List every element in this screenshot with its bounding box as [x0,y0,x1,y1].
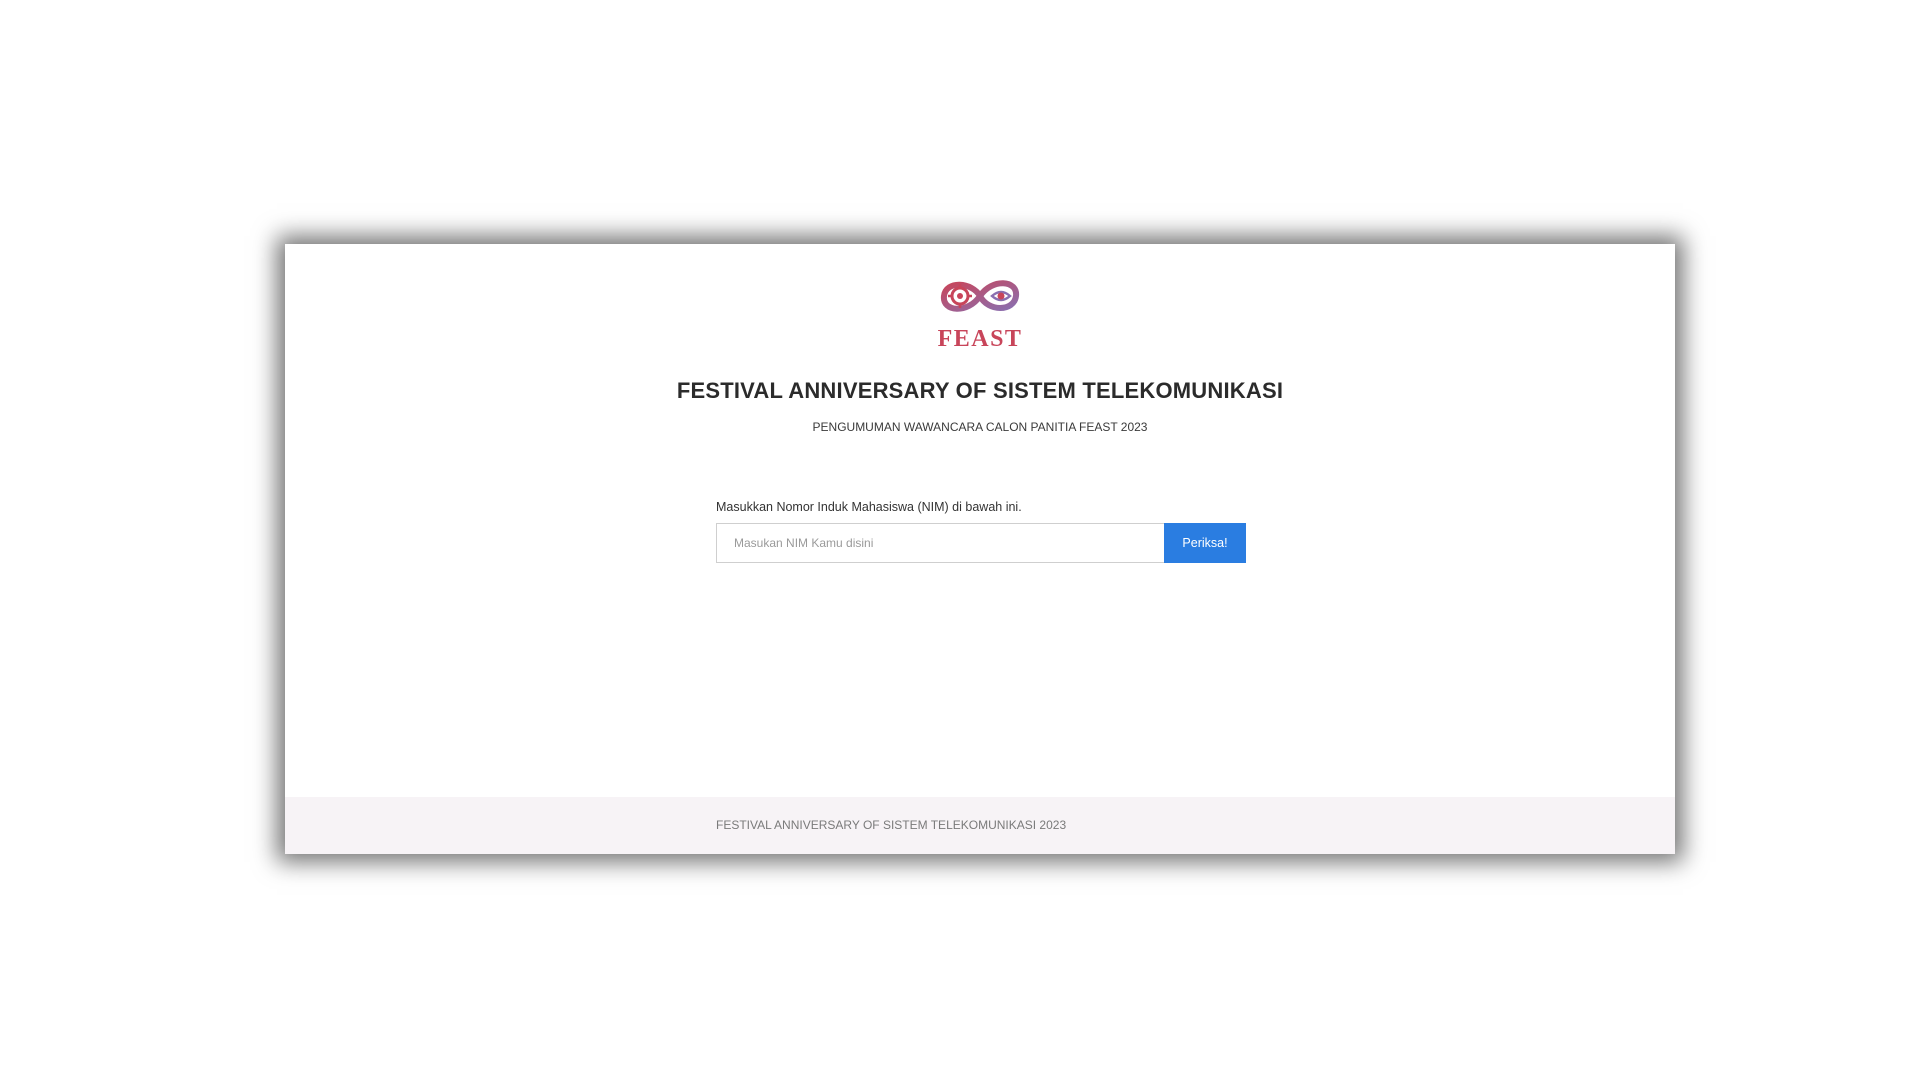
page-subtitle: PENGUMUMAN WAWANCARA CALON PANITIA FEAST… [812,420,1148,434]
check-button[interactable]: Periksa! [1164,523,1246,563]
logo-wordmark: FEAST [938,326,1023,352]
feast-logo: FEAST [938,280,1023,352]
main-content: FEAST FESTIVAL ANNIVERSARY OF SISTEM TEL… [285,244,1675,797]
nim-label: Masukkan Nomor Induk Mahasiswa (NIM) di … [716,500,1022,514]
footer-text: FESTIVAL ANNIVERSARY OF SISTEM TELEKOMUN… [716,818,1067,832]
nim-check-form: Masukkan Nomor Induk Mahasiswa (NIM) di … [716,500,1246,563]
nim-input-group: Periksa! [716,523,1246,563]
browser-page: FEAST FESTIVAL ANNIVERSARY OF SISTEM TEL… [285,244,1675,854]
footer: FESTIVAL ANNIVERSARY OF SISTEM TELEKOMUN… [285,797,1675,854]
page-title: FESTIVAL ANNIVERSARY OF SISTEM TELEKOMUN… [676,378,1284,403]
nim-input[interactable] [716,523,1164,563]
